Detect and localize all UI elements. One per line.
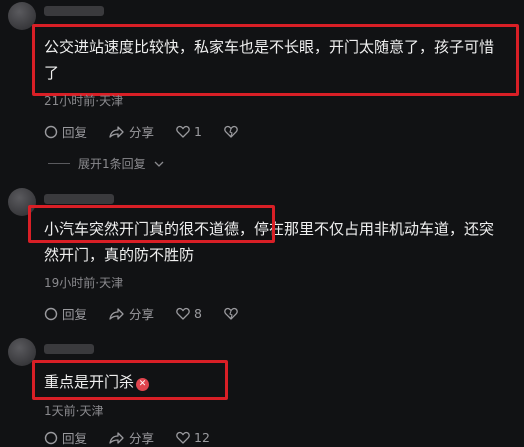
heart-icon	[176, 307, 190, 320]
heart-icon	[176, 125, 190, 138]
comment-meta: 19小时前·天津	[44, 276, 124, 290]
share-button[interactable]: 分享	[109, 428, 154, 447]
reply-button[interactable]: 回复	[44, 304, 87, 323]
share-icon	[109, 431, 124, 444]
like-button[interactable]: 12	[176, 430, 210, 445]
share-button[interactable]: 分享	[109, 122, 154, 141]
highlight-box	[32, 24, 519, 96]
comment-actions: 回复 分享 12	[44, 428, 210, 447]
username[interactable]	[44, 6, 104, 16]
like-button[interactable]: 8	[176, 306, 202, 321]
comment-actions: 回复 分享 8	[44, 304, 238, 323]
reply-label: 回复	[62, 125, 88, 140]
highlight-box	[28, 205, 275, 243]
reply-label: 回复	[62, 431, 88, 446]
reply-icon	[44, 307, 58, 320]
share-label: 分享	[129, 431, 155, 446]
chevron-down-icon	[154, 161, 164, 167]
dislike-icon	[224, 125, 238, 138]
dislike-icon	[224, 307, 238, 320]
reply-button[interactable]: 回复	[44, 428, 87, 447]
reply-button[interactable]: 回复	[44, 122, 87, 141]
expand-replies-button[interactable]: 展开1条回复	[48, 155, 164, 172]
reply-label: 回复	[62, 307, 88, 322]
reply-icon	[44, 125, 58, 138]
comment-meta: 1天前·天津	[44, 404, 104, 418]
share-label: 分享	[129, 125, 155, 140]
like-count: 1	[194, 124, 202, 139]
like-button[interactable]: 1	[176, 124, 202, 139]
username[interactable]	[44, 194, 114, 204]
dislike-button[interactable]	[224, 307, 238, 320]
expand-label: 展开1条回复	[78, 157, 146, 171]
expand-divider	[48, 163, 70, 164]
username[interactable]	[44, 344, 94, 354]
like-count: 12	[194, 430, 210, 445]
dislike-button[interactable]	[224, 125, 238, 138]
share-button[interactable]: 分享	[109, 304, 154, 323]
like-count: 8	[194, 306, 202, 321]
reply-icon	[44, 431, 58, 444]
comment-actions: 回复 分享 1	[44, 122, 238, 141]
heart-icon	[176, 431, 190, 444]
highlight-box	[32, 360, 228, 400]
share-icon	[109, 125, 124, 138]
share-icon	[109, 307, 124, 320]
comment-meta: 21小时前·天津	[44, 94, 124, 108]
share-label: 分享	[129, 307, 155, 322]
